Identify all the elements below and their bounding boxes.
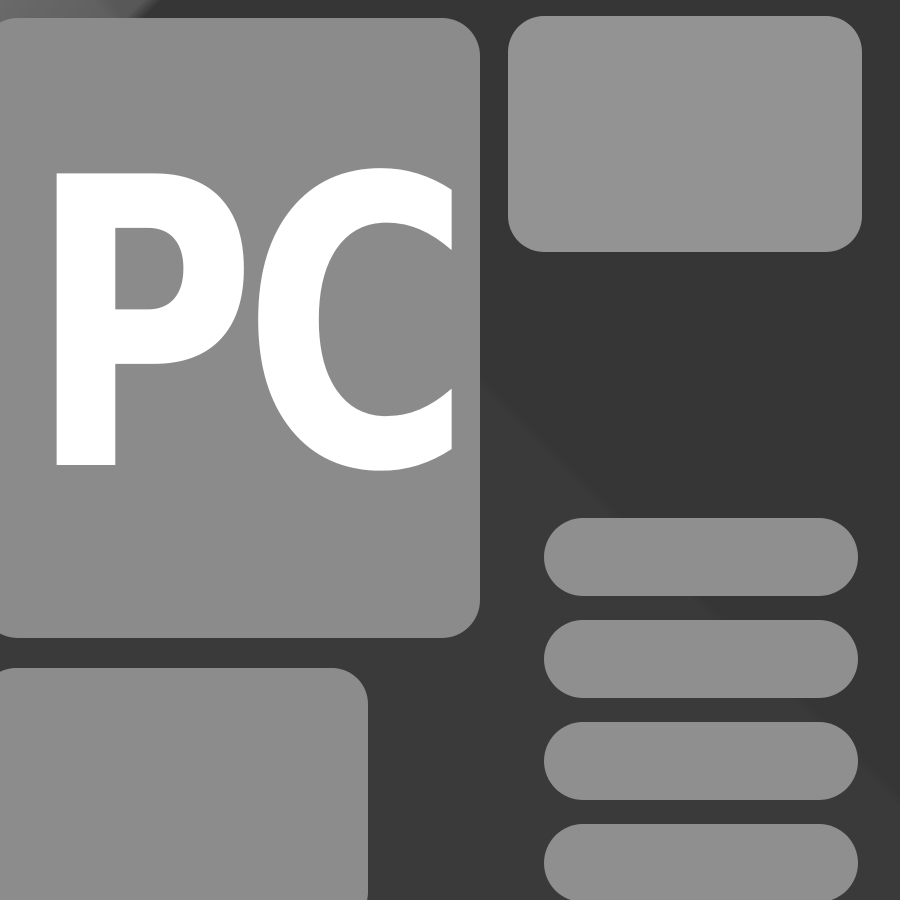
top-right-tile: [508, 16, 862, 252]
logo-text: PC: [28, 95, 472, 560]
list-bar: [544, 824, 858, 900]
list-bar: [544, 518, 858, 596]
list-bar: [544, 620, 858, 698]
bottom-left-tile: [0, 668, 368, 900]
list-bar: [544, 722, 858, 800]
app-icon: PC: [0, 0, 900, 900]
